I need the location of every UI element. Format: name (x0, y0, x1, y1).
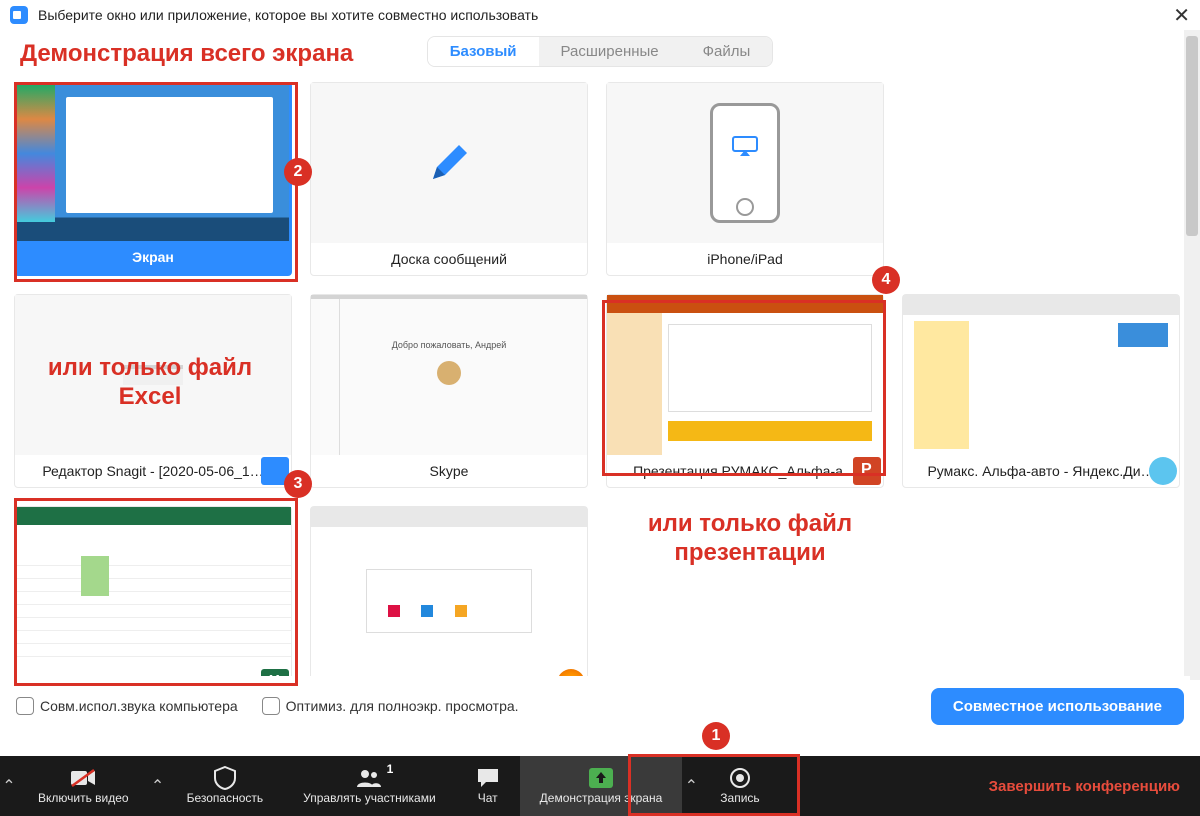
titlebar: Выберите окно или приложение, которое вы… (0, 0, 1200, 30)
snagit-icon (261, 457, 289, 485)
scrollbar-handle[interactable] (1186, 36, 1198, 236)
chevron-up-icon[interactable]: ⌃ (0, 776, 18, 796)
tile-screen[interactable]: Экран (14, 82, 292, 276)
tile-skype[interactable]: Добро пожаловать, Андрей Skype (310, 294, 588, 488)
share-mode-tabs: Базовый Расширенные Файлы (0, 36, 1200, 73)
dialog-title: Выберите окно или приложение, которое вы… (38, 7, 538, 23)
tile-powerpoint[interactable]: Презентация РУМАКС_Альфа-а… (606, 294, 884, 488)
toolbar-record[interactable]: Запись (700, 756, 779, 816)
tile-label: Румакс. Альфа-авто - Яндекс.Ди… (903, 455, 1179, 487)
toolbar-video[interactable]: Включить видео (18, 756, 149, 816)
cloud-icon (1149, 457, 1177, 485)
tile-snagit[interactable]: Редактор Snagit - [2020-05-06_1… (14, 294, 292, 488)
powerpoint-icon (853, 457, 881, 485)
close-icon[interactable]: ✕ (1173, 3, 1190, 28)
tile-label: Экран (17, 241, 289, 273)
checkbox-icon (16, 697, 34, 715)
meeting-toolbar: ⌃ Включить видео ⌃ Безопасность 1 Управл… (0, 756, 1200, 816)
tile-whiteboard[interactable]: Доска сообщений (310, 82, 588, 276)
toolbar-participants[interactable]: 1 Управлять участниками (283, 756, 456, 816)
toolbar-share-screen[interactable]: Демонстрация экрана (520, 756, 683, 816)
pencil-icon (425, 139, 473, 187)
participants-count: 1 (387, 762, 394, 776)
share-sources-grid: Экран Доска сообщений iPhone/iPad (14, 82, 1180, 736)
chat-icon (476, 767, 500, 789)
zoom-icon (10, 6, 28, 24)
video-off-icon (70, 767, 96, 789)
checkbox-icon (262, 697, 280, 715)
tile-yandex-disk[interactable]: Румакс. Альфа-авто - Яндекс.Ди… (902, 294, 1180, 488)
tile-label: Презентация РУМАКС_Альфа-а… (607, 455, 883, 487)
share-screen-icon (588, 767, 614, 789)
share-options-bar: Совм.испол.звука компьютера Оптимиз. для… (10, 676, 1190, 736)
tab-basic[interactable]: Базовый (428, 37, 539, 66)
share-button[interactable]: Совместное использование (931, 688, 1184, 725)
chevron-up-icon[interactable]: ⌃ (149, 776, 167, 796)
toolbar-security[interactable]: Безопасность (167, 756, 284, 816)
tile-label: iPhone/iPad (607, 243, 883, 275)
tile-label: Доска сообщений (311, 243, 587, 275)
checkbox-share-audio[interactable]: Совм.испол.звука компьютера (16, 697, 238, 715)
toolbar-chat[interactable]: Чат (456, 756, 520, 816)
tile-firefox[interactable]: Редактор | Как пользоваться пр… (310, 506, 588, 700)
tile-label: Skype (311, 455, 587, 487)
tile-excel[interactable]: План обучения - Excel (14, 506, 292, 700)
checkbox-optimize-fullscreen[interactable]: Оптимиз. для полноэкр. просмотра. (262, 697, 519, 715)
tab-files[interactable]: Файлы (681, 37, 773, 66)
tile-label: Редактор Snagit - [2020-05-06_1… (15, 455, 291, 487)
end-meeting-button[interactable]: Завершить конференцию (989, 778, 1180, 795)
scrollbar[interactable] (1184, 30, 1200, 680)
share-screen-dialog: Выберите окно или приложение, которое вы… (0, 0, 1200, 816)
record-icon (729, 767, 751, 789)
tab-advanced[interactable]: Расширенные (539, 37, 681, 66)
tile-iphone-ipad[interactable]: iPhone/iPad (606, 82, 884, 276)
chevron-up-icon[interactable]: ⌃ (682, 776, 700, 796)
iphone-icon (710, 103, 780, 223)
participants-icon (355, 767, 383, 789)
shield-icon (214, 767, 236, 789)
